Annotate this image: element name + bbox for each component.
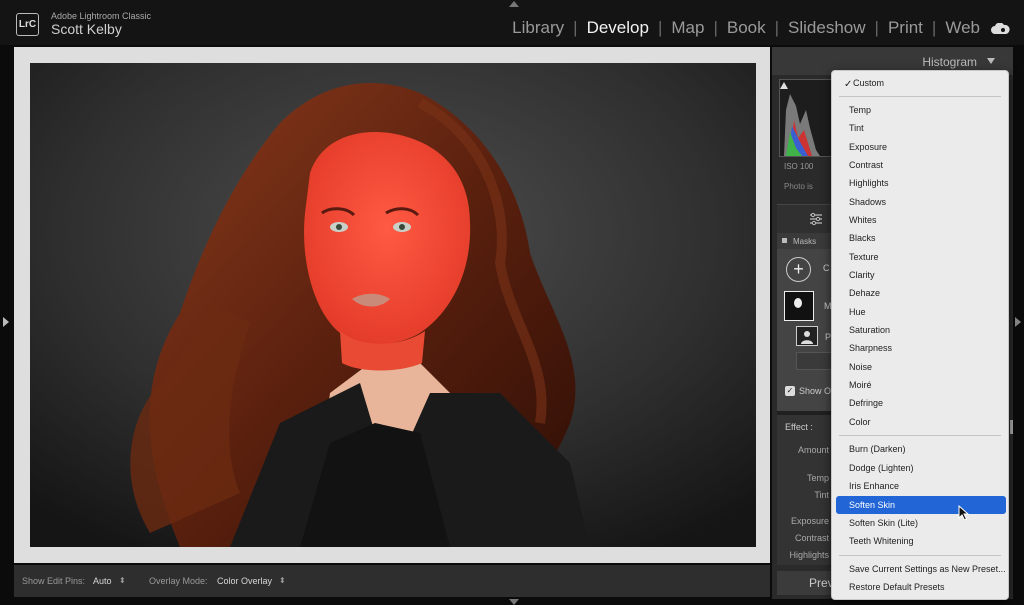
overlay-mode-select[interactable]: Color Overlay [217, 576, 272, 586]
menu-item-iris-enhance[interactable]: Iris Enhance [836, 477, 1006, 495]
edit-pins-label: Show Edit Pins: [22, 576, 86, 586]
menu-item-custom[interactable]: ✓ Custom [836, 74, 1006, 92]
effect-preset-menu: ✓ Custom Temp Tint Exposure Contrast Hig… [831, 70, 1009, 600]
slider-label-temp: Temp [806, 473, 829, 483]
mask-thumbnail[interactable] [784, 291, 814, 321]
menu-item-moire[interactable]: Moiré [836, 376, 1006, 394]
top-panel-toggle-arrow[interactable] [509, 1, 519, 7]
module-develop[interactable]: Develop [587, 18, 649, 38]
module-map[interactable]: Map [671, 18, 704, 38]
cloud-sync-icon[interactable] [990, 22, 1010, 40]
module-picker: Library | Develop | Map | Book | Slidesh… [512, 18, 980, 38]
mouse-pointer-icon [958, 504, 970, 526]
edit-pins-select[interactable]: Auto [93, 576, 112, 586]
app-name: Adobe Lightroom Classic [51, 11, 152, 21]
chevron-down-icon[interactable] [987, 58, 995, 64]
original-photo-note: Photo is [784, 182, 813, 191]
add-mask-label: C [823, 263, 830, 273]
module-print[interactable]: Print [888, 18, 923, 38]
slider-label-exposure: Exposure [790, 516, 829, 526]
develop-toolbar: Show Edit Pins: Auto ⬍ Overlay Mode: Col… [14, 565, 770, 597]
module-separator: | [657, 18, 663, 37]
menu-item-exposure[interactable]: Exposure [836, 138, 1006, 156]
checkmark-icon: ✓ [844, 79, 853, 90]
module-web[interactable]: Web [945, 18, 980, 38]
module-library[interactable]: Library [512, 18, 564, 38]
mask-subtract-field[interactable] [796, 352, 836, 370]
slider-label-contrast: Contrast [794, 533, 829, 543]
portrait-photo[interactable] [30, 63, 756, 547]
menu-item-tint[interactable]: Tint [836, 119, 1006, 137]
menu-separator [839, 435, 1001, 436]
show-overlay-label: Show O [799, 386, 832, 396]
menu-item-restore-presets[interactable]: Restore Default Presets [836, 578, 1006, 596]
add-mask-button[interactable]: + [786, 257, 811, 282]
module-separator: | [713, 18, 718, 37]
show-overlay-checkbox[interactable]: ✓ [785, 386, 795, 396]
module-separator: | [573, 18, 578, 37]
menu-item-save-preset[interactable]: Save Current Settings as New Preset... [836, 560, 1006, 578]
menu-item-color[interactable]: Color [836, 413, 1006, 431]
sliders-icon[interactable] [809, 212, 823, 231]
menu-separator [839, 96, 1001, 97]
slider-label-highlights: Highlights [789, 550, 829, 560]
menu-item-temp[interactable]: Temp [836, 101, 1006, 119]
menu-item-soften-skin[interactable]: Soften Skin [836, 496, 1006, 514]
module-slideshow[interactable]: Slideshow [788, 18, 866, 38]
menu-item-teeth-whitening[interactable]: Teeth Whitening [836, 532, 1006, 550]
edit-pins-spinner-icon[interactable]: ⬍ [119, 576, 126, 585]
menu-item-blacks[interactable]: Blacks [836, 229, 1006, 247]
lrc-logo: LrC [16, 13, 39, 36]
menu-item-texture[interactable]: Texture [836, 248, 1006, 266]
top-bar: LrC Adobe Lightroom Classic Scott Kelby … [0, 0, 1024, 45]
panel-scrollbar[interactable] [1010, 420, 1013, 434]
module-book[interactable]: Book [727, 18, 766, 38]
user-name: Scott Kelby [51, 21, 122, 37]
left-panel-toggle-arrow[interactable] [3, 317, 9, 327]
overlay-mode-label: Overlay Mode: [149, 576, 208, 586]
module-separator: | [774, 18, 780, 37]
menu-item-dodge-lighten[interactable]: Dodge (Lighten) [836, 459, 1006, 477]
photo-canvas [14, 47, 770, 563]
module-separator: | [931, 18, 937, 37]
slider-label-tint: Tint [814, 490, 829, 500]
menu-item-burn-darken[interactable]: Burn (Darken) [836, 440, 1006, 458]
menu-item-noise[interactable]: Noise [836, 358, 1006, 376]
menu-item-highlights[interactable]: Highlights [836, 174, 1006, 192]
menu-item-whites[interactable]: Whites [836, 211, 1006, 229]
menu-item-dehaze[interactable]: Dehaze [836, 284, 1006, 302]
menu-item-soften-skin-lite[interactable]: Soften Skin (Lite) [836, 514, 1006, 532]
iso-readout: ISO 100 [784, 162, 814, 171]
bottom-panel-toggle-arrow[interactable] [509, 599, 519, 605]
person-mask-icon[interactable] [796, 326, 818, 346]
collapse-icon[interactable] [782, 238, 787, 243]
menu-separator [839, 555, 1001, 556]
menu-item-contrast[interactable]: Contrast [836, 156, 1006, 174]
slider-label-amount: Amount [797, 445, 829, 455]
right-panel-toggle-arrow[interactable] [1015, 317, 1021, 327]
module-separator: | [874, 18, 879, 37]
menu-item-defringe[interactable]: Defringe [836, 394, 1006, 412]
histogram-title: Histogram [922, 55, 977, 69]
overlay-mode-spinner-icon[interactable]: ⬍ [279, 576, 286, 585]
menu-item-sharpness[interactable]: Sharpness [836, 339, 1006, 357]
menu-item-saturation[interactable]: Saturation [836, 321, 1006, 339]
menu-item-shadows[interactable]: Shadows [836, 193, 1006, 211]
effect-label: Effect : [785, 422, 813, 432]
masks-label: Masks [793, 237, 817, 246]
menu-item-clarity[interactable]: Clarity [836, 266, 1006, 284]
menu-item-hue[interactable]: Hue [836, 303, 1006, 321]
